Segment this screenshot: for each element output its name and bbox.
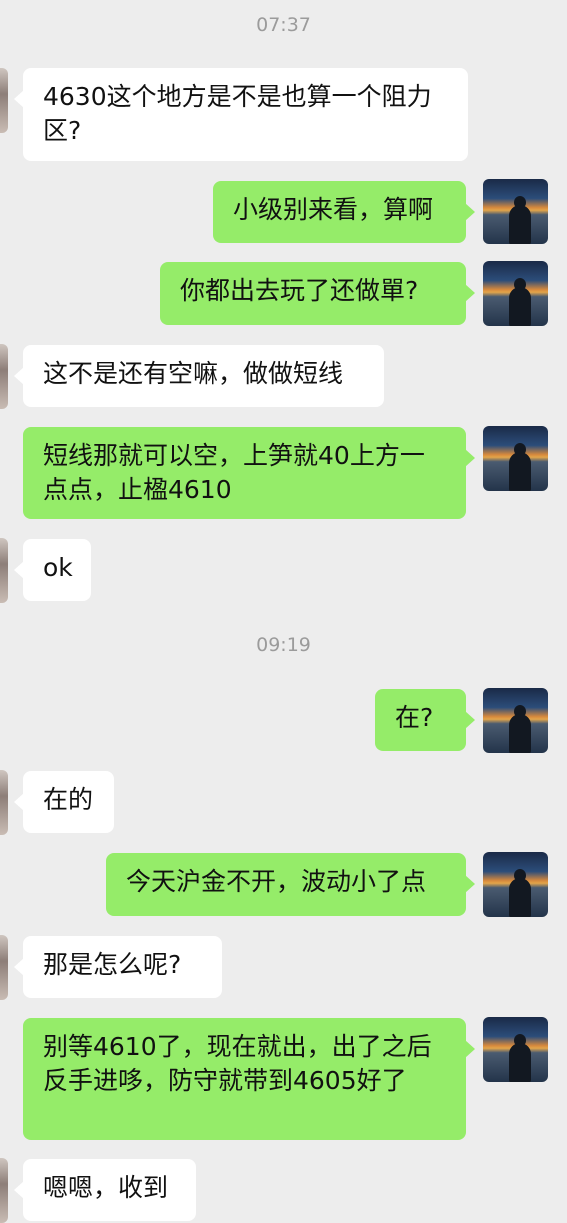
my-avatar[interactable] bbox=[483, 261, 548, 326]
message-bubble-incoming[interactable]: ok bbox=[14, 539, 91, 601]
message-text: 那是怎么呢? bbox=[43, 950, 182, 979]
message-bubble-incoming[interactable]: 4630这个地方是不是也算一个阻力区? bbox=[14, 68, 468, 161]
message-text: 在的 bbox=[43, 785, 94, 814]
message-text: 4630这个地方是不是也算一个阻力区? bbox=[43, 82, 432, 145]
message-text: 别等4610了，现在就出，出了之后反手进哆，防守就带到4605好了 bbox=[43, 1032, 432, 1095]
message-bubble-outgoing[interactable]: 今天沪金不开，波动小了点 bbox=[106, 853, 475, 916]
message-bubble-outgoing[interactable]: 在? bbox=[375, 689, 475, 751]
timestamp: 09:19 bbox=[256, 634, 311, 656]
contact-avatar[interactable] bbox=[0, 770, 8, 835]
message-bubble-outgoing[interactable]: 小级别来看，算啊 bbox=[213, 181, 475, 243]
message-text: 嗯嗯，收到 bbox=[43, 1173, 169, 1202]
contact-avatar[interactable] bbox=[0, 1158, 8, 1223]
message-text: 这不是还有空嘛，做做短线 bbox=[43, 359, 344, 388]
message-text: 今天沪金不开，波动小了点 bbox=[126, 867, 427, 896]
my-avatar[interactable] bbox=[483, 1017, 548, 1082]
contact-avatar[interactable] bbox=[0, 68, 8, 133]
message-text: 小级别来看，算啊 bbox=[233, 195, 434, 224]
timestamp: 07:37 bbox=[256, 14, 311, 36]
contact-avatar[interactable] bbox=[0, 344, 8, 409]
message-bubble-outgoing[interactable]: 你都出去玩了还做單? bbox=[160, 262, 475, 325]
my-avatar[interactable] bbox=[483, 688, 548, 753]
my-avatar[interactable] bbox=[483, 179, 548, 244]
message-bubble-outgoing[interactable]: 别等4610了，现在就出，出了之后反手进哆，防守就带到4605好了 bbox=[23, 1018, 475, 1140]
message-bubble-incoming[interactable]: 在的 bbox=[14, 771, 114, 833]
message-bubble-outgoing[interactable]: 短线那就可以空，上笋就40上方一点点，止楹4610 bbox=[23, 427, 475, 519]
message-text: 在? bbox=[395, 703, 434, 732]
my-avatar[interactable] bbox=[483, 852, 548, 917]
message-bubble-incoming[interactable]: 嗯嗯，收到 bbox=[14, 1159, 196, 1221]
my-avatar[interactable] bbox=[483, 426, 548, 491]
contact-avatar[interactable] bbox=[0, 935, 8, 1000]
message-bubble-incoming[interactable]: 那是怎么呢? bbox=[14, 936, 222, 998]
message-text: 你都出去玩了还做單? bbox=[180, 276, 419, 305]
message-text: 短线那就可以空，上笋就40上方一点点，止楹4610 bbox=[43, 441, 425, 504]
contact-avatar[interactable] bbox=[0, 538, 8, 603]
message-bubble-incoming[interactable]: 这不是还有空嘛，做做短线 bbox=[14, 345, 384, 407]
message-text: ok bbox=[43, 553, 73, 582]
